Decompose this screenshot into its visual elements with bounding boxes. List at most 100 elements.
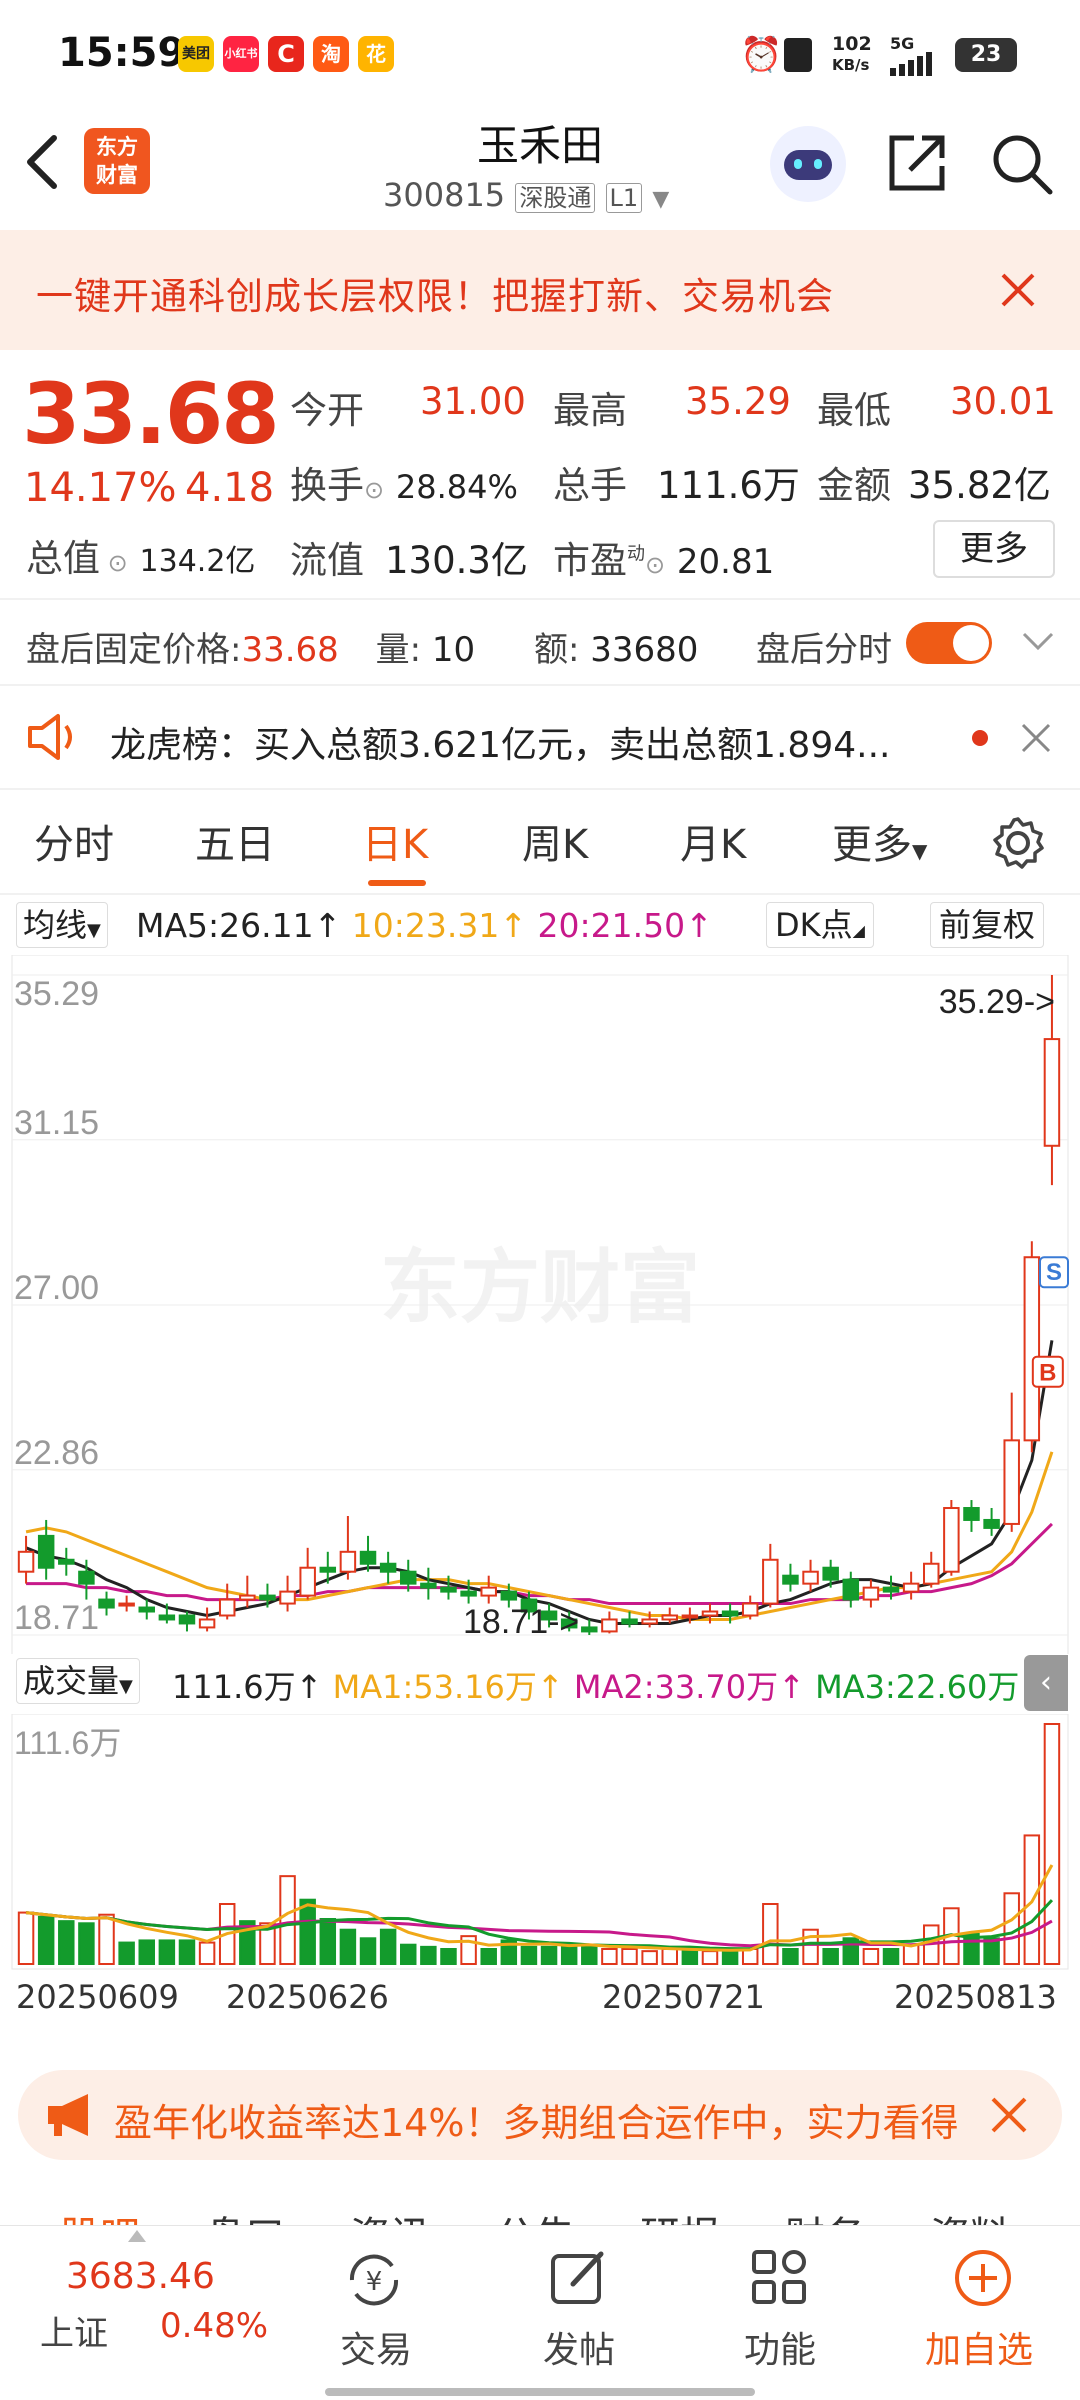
kline-chart[interactable]: 东方财富 35.29 31.15 27.00 22.86 18.71 35.29-> 18.…: [0, 955, 1080, 1655]
gear-icon[interactable]: [990, 815, 1046, 871]
volume-bar: [822, 1948, 839, 1965]
tab-more[interactable]: 更多▼: [832, 812, 927, 870]
turnover-label: 换手⊙ 28.84%: [290, 464, 518, 507]
candle-body: [379, 1562, 397, 1573]
close-icon[interactable]: [1000, 272, 1036, 308]
ai-robot-icon[interactable]: [770, 126, 846, 202]
volume-bar: [721, 1950, 739, 1965]
volume-bar: [359, 1937, 377, 1966]
indicator-select[interactable]: 均线▼: [16, 902, 108, 948]
candle-body: [98, 1598, 115, 1609]
divider: [0, 788, 1080, 790]
post-button[interactable]: 发帖: [525, 2226, 675, 2396]
open-value: 31.00: [420, 380, 526, 423]
volume-chart[interactable]: 111.6万: [0, 1714, 1080, 1974]
tab-monthly-k[interactable]: 月K: [680, 812, 746, 870]
candle-body: [1043, 1038, 1061, 1147]
dropdown-triangle-icon: ▼: [912, 839, 928, 863]
volume-bar: [400, 1943, 417, 1965]
volume-bar: [339, 1928, 357, 1965]
candle-body: [601, 1618, 618, 1633]
megaphone-icon: [48, 2094, 88, 2136]
high-label: 最高: [553, 389, 627, 432]
x-tick: 20250813: [894, 1978, 1057, 2016]
low-label: 最低: [817, 389, 891, 432]
add-watchlist-button[interactable]: 加自选: [915, 2226, 1065, 2396]
candle-body: [963, 1507, 980, 1521]
tab-weekly-k[interactable]: 周K: [522, 812, 588, 870]
volume-label: 总手: [553, 464, 627, 507]
volume-bar: [1043, 1723, 1061, 1965]
change-pct: 14.17%: [24, 465, 177, 511]
candle-body: [259, 1594, 276, 1601]
dk-point-button[interactable]: DK点◢: [766, 902, 874, 948]
collapse-panel-icon[interactable]: ‹: [1024, 1655, 1068, 1711]
volume-bar: [158, 1939, 176, 1966]
status-bar: 15:59 美团 小红书 C 淘 花 ⏰ 102 KB/s 5G 23: [0, 0, 1080, 110]
volume-bar: [420, 1945, 437, 1966]
functions-label: 功能: [744, 2330, 817, 2371]
speaker-icon: [28, 714, 72, 760]
x-tick: 20250609: [16, 1978, 179, 2016]
candle-body: [279, 1590, 296, 1605]
volume-bar: [279, 1875, 296, 1965]
adjust-button[interactable]: 前复权: [930, 902, 1045, 948]
low-marker: 18.71->: [463, 1603, 579, 1641]
low-value: 30.01: [950, 380, 1056, 423]
home-indicator: [325, 2388, 755, 2396]
high-value: 35.29: [685, 380, 791, 423]
candle-body: [681, 1614, 699, 1619]
volume-bar: [520, 1945, 538, 1966]
trade-button[interactable]: ¥ 交易: [320, 2226, 470, 2396]
chevron-down-icon[interactable]: [1020, 630, 1056, 654]
candle-body: [299, 1566, 316, 1597]
promo-pill[interactable]: 盈年化收益率达14%！多期组合运作中，实力看得: [18, 2070, 1062, 2160]
close-icon[interactable]: [990, 2096, 1028, 2134]
candle-body: [78, 1570, 95, 1585]
bottom-bar: 3683.46 上证 0.48% ¥ 交易 发帖 功能 加自选: [0, 2225, 1080, 2400]
candle-body: [1003, 1439, 1020, 1525]
candle-body: [420, 1582, 437, 1589]
change-amount: 4.18: [185, 465, 275, 511]
volume-bar: [138, 1939, 155, 1966]
volume-bar: [621, 1948, 638, 1965]
tab-five-day[interactable]: 五日: [195, 812, 275, 870]
index-widget[interactable]: 3683.46 上证 0.48%: [0, 2226, 300, 2396]
after-hours-toggle[interactable]: [906, 622, 992, 664]
after-hours-row: 盘后固定价格:33.68 量: 10 额: 33680: [26, 630, 699, 670]
volume-select[interactable]: 成交量▼: [16, 1658, 140, 1704]
search-icon[interactable]: [990, 132, 1054, 196]
candle-body: [943, 1507, 960, 1573]
functions-button[interactable]: 功能: [722, 2226, 872, 2396]
candle-body: [138, 1606, 155, 1613]
candle-body: [339, 1550, 357, 1573]
candle-body: [198, 1618, 216, 1629]
tab-intraday[interactable]: 分时: [34, 812, 114, 870]
candle-body: [923, 1562, 940, 1585]
taobao-app-icon: 淘: [313, 36, 349, 72]
tab-daily-k[interactable]: 日K: [362, 812, 428, 870]
share-icon[interactable]: [886, 132, 948, 194]
promo-banner[interactable]: 一键开通科创成长层权限！把握打新、交易机会: [0, 230, 1080, 350]
close-icon[interactable]: [1020, 722, 1052, 754]
candle-body: [902, 1582, 920, 1593]
index-change: 0.48%: [160, 2306, 269, 2346]
high-marker: 35.29->: [939, 983, 1055, 1021]
after-hours-toggle-label: 盘后分时: [756, 630, 892, 670]
stock-code-row[interactable]: 300815 深股通 L1 ▼: [383, 176, 669, 214]
add-watchlist-label: 加自选: [925, 2330, 1034, 2371]
candle-body: [319, 1566, 337, 1573]
network-speed: 102 KB/s: [832, 33, 872, 74]
info-icon: ⊙: [364, 476, 385, 504]
more-button[interactable]: 更多: [933, 520, 1055, 578]
volume-bar: [661, 1948, 678, 1965]
contact-card-icon: [784, 38, 812, 72]
volume-bar: [198, 1941, 216, 1965]
trade-icon: ¥: [349, 2254, 399, 2306]
alarm-icon: ⏰: [740, 35, 783, 75]
notice-text[interactable]: 龙虎榜：买入总额3.621亿元，卖出总额1.894...: [110, 716, 890, 768]
volume-bar: [319, 1918, 337, 1965]
y-tick-label: 27.00: [14, 1269, 99, 1307]
index-value: 3683.46: [66, 2256, 215, 2297]
buy-marker: B: [1039, 1360, 1056, 1387]
